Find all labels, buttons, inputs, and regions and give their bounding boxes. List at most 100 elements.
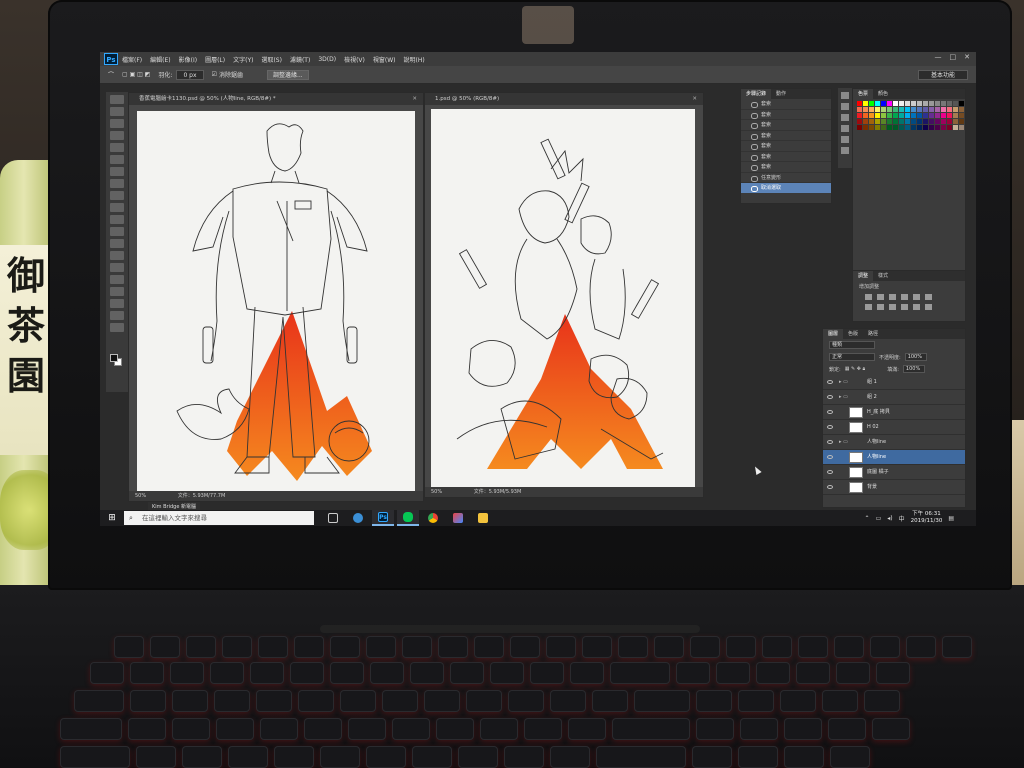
- vibrance-icon[interactable]: [913, 294, 920, 300]
- info-panel-icon[interactable]: [841, 136, 849, 143]
- color-swatch[interactable]: [911, 119, 916, 124]
- folder-taskbar-icon[interactable]: [472, 510, 494, 526]
- color-swatch[interactable]: [929, 125, 934, 130]
- visibility-eye-icon[interactable]: [827, 485, 833, 489]
- menu-window[interactable]: 視窗(W): [373, 55, 396, 64]
- zoom-level-1[interactable]: 50%: [135, 493, 146, 499]
- history-row[interactable]: 套索: [741, 152, 831, 162]
- color-swatch[interactable]: [899, 107, 904, 112]
- color-swatch[interactable]: [875, 119, 880, 124]
- close-tab-icon[interactable]: ✕: [412, 93, 417, 105]
- color-swatch[interactable]: [857, 119, 862, 124]
- color-swatch[interactable]: [887, 107, 892, 112]
- color-swatch[interactable]: [953, 125, 958, 130]
- color-swatch[interactable]: [887, 113, 892, 118]
- layer-row[interactable]: 底圖 橘子: [823, 465, 965, 480]
- menu-3d[interactable]: 3D(D): [318, 56, 336, 63]
- color-swatch[interactable]: [905, 113, 910, 118]
- color-swatch[interactable]: [869, 113, 874, 118]
- document-tab-2[interactable]: 1.psd @ 50% (RGB/8#) ✕: [425, 93, 703, 105]
- history-row[interactable]: 套索: [741, 110, 831, 120]
- color-swatch[interactable]: [935, 125, 940, 130]
- color-swatch[interactable]: [863, 113, 868, 118]
- color-swatch[interactable]: [935, 113, 940, 118]
- color-swatch[interactable]: [869, 125, 874, 130]
- document-info-1[interactable]: 文件：5.93M/77.7M: [178, 493, 226, 499]
- color-swatch[interactable]: [857, 113, 862, 118]
- blur-tool-icon[interactable]: [110, 239, 124, 248]
- lock-icons[interactable]: ▦ ✎ ✥ 🔒︎: [845, 366, 866, 372]
- file-explorer-taskbar-icon[interactable]: [347, 510, 369, 526]
- color-swatch[interactable]: [929, 119, 934, 124]
- color-swatch[interactable]: [905, 107, 910, 112]
- tab-layers[interactable]: 圖層: [823, 329, 844, 339]
- pen-tool-icon[interactable]: [110, 263, 124, 272]
- folder-icon[interactable]: ▸ ▭: [839, 435, 848, 450]
- navigator-panel-icon[interactable]: [841, 147, 849, 154]
- history-row[interactable]: 任意變形: [741, 173, 831, 183]
- color-swatch[interactable]: [881, 119, 886, 124]
- color-swatch[interactable]: [959, 113, 964, 118]
- eraser-tool-icon[interactable]: [110, 215, 124, 224]
- photo-filter-icon[interactable]: [901, 304, 908, 310]
- brush-panel-icon[interactable]: [841, 125, 849, 132]
- color-swatch[interactable]: [899, 113, 904, 118]
- color-swatch[interactable]: [959, 107, 964, 112]
- color-swatch[interactable]: [953, 119, 958, 124]
- refine-edge-button[interactable]: 調整邊緣...: [266, 69, 309, 80]
- color-swatch[interactable]: [893, 107, 898, 112]
- visibility-eye-icon[interactable]: [827, 455, 833, 459]
- color-swatch[interactable]: [917, 125, 922, 130]
- layer-filter-select[interactable]: 種類: [829, 341, 875, 349]
- color-swatch[interactable]: [923, 101, 928, 106]
- color-swatch[interactable]: [929, 113, 934, 118]
- color-swatch[interactable]: [893, 101, 898, 106]
- brightness-icon[interactable]: [865, 294, 872, 300]
- color-swatch[interactable]: [917, 113, 922, 118]
- color-swatch[interactable]: [923, 125, 928, 130]
- color-swatch[interactable]: [959, 119, 964, 124]
- color-swatch[interactable]: [911, 101, 916, 106]
- levels-icon[interactable]: [877, 294, 884, 300]
- gradient-tool-icon[interactable]: [110, 227, 124, 236]
- color-swatch[interactable]: [941, 119, 946, 124]
- maximize-icon[interactable]: □: [950, 53, 957, 61]
- fill-input[interactable]: 100%: [902, 365, 925, 373]
- color-swatch[interactable]: [947, 119, 952, 124]
- color-swatch[interactable]: [935, 107, 940, 112]
- antialias-checkbox[interactable]: ☑: [212, 71, 217, 78]
- color-swatch[interactable]: [941, 113, 946, 118]
- color-swatch[interactable]: [863, 107, 868, 112]
- layer-row[interactable]: 人物line: [823, 450, 965, 465]
- character-panel-icon[interactable]: [841, 103, 849, 110]
- eyedropper-tool-icon[interactable]: [110, 155, 124, 164]
- color-swatch[interactable]: [905, 119, 910, 124]
- color-swatch[interactable]: [863, 101, 868, 106]
- layer-row[interactable]: H_底 拷貝: [823, 405, 965, 420]
- folder-icon[interactable]: ▸ ▭: [839, 375, 848, 390]
- history-row[interactable]: 套索: [741, 120, 831, 131]
- notifications-icon[interactable]: ▤: [948, 515, 954, 522]
- color-swatch[interactable]: [881, 101, 886, 106]
- color-swatch[interactable]: [899, 119, 904, 124]
- network-icon[interactable]: ▭: [876, 515, 882, 522]
- color-swatch[interactable]: [899, 101, 904, 106]
- tab-actions[interactable]: 動作: [771, 89, 791, 99]
- visibility-eye-icon[interactable]: [827, 410, 833, 414]
- curves-icon[interactable]: [889, 294, 896, 300]
- start-button[interactable]: ⊞: [100, 510, 124, 526]
- color-swatch[interactable]: [917, 101, 922, 106]
- exposure-icon[interactable]: [901, 294, 908, 300]
- selection-mode-icons[interactable]: ▢ ▣ ◫ ◩: [122, 71, 150, 78]
- visibility-eye-icon[interactable]: [827, 425, 833, 429]
- color-swatch[interactable]: [923, 113, 928, 118]
- gradient-map-icon[interactable]: [925, 294, 932, 300]
- color-swatch[interactable]: [893, 119, 898, 124]
- dodge-tool-icon[interactable]: [110, 251, 124, 260]
- channel-mixer-icon[interactable]: [913, 304, 920, 310]
- color-swatch[interactable]: [875, 125, 880, 130]
- color-swatch[interactable]: [857, 125, 862, 130]
- layer-row[interactable]: 背景: [823, 480, 965, 495]
- foreground-color-swatch[interactable]: [110, 354, 118, 362]
- lasso-tool-icon[interactable]: [110, 119, 124, 128]
